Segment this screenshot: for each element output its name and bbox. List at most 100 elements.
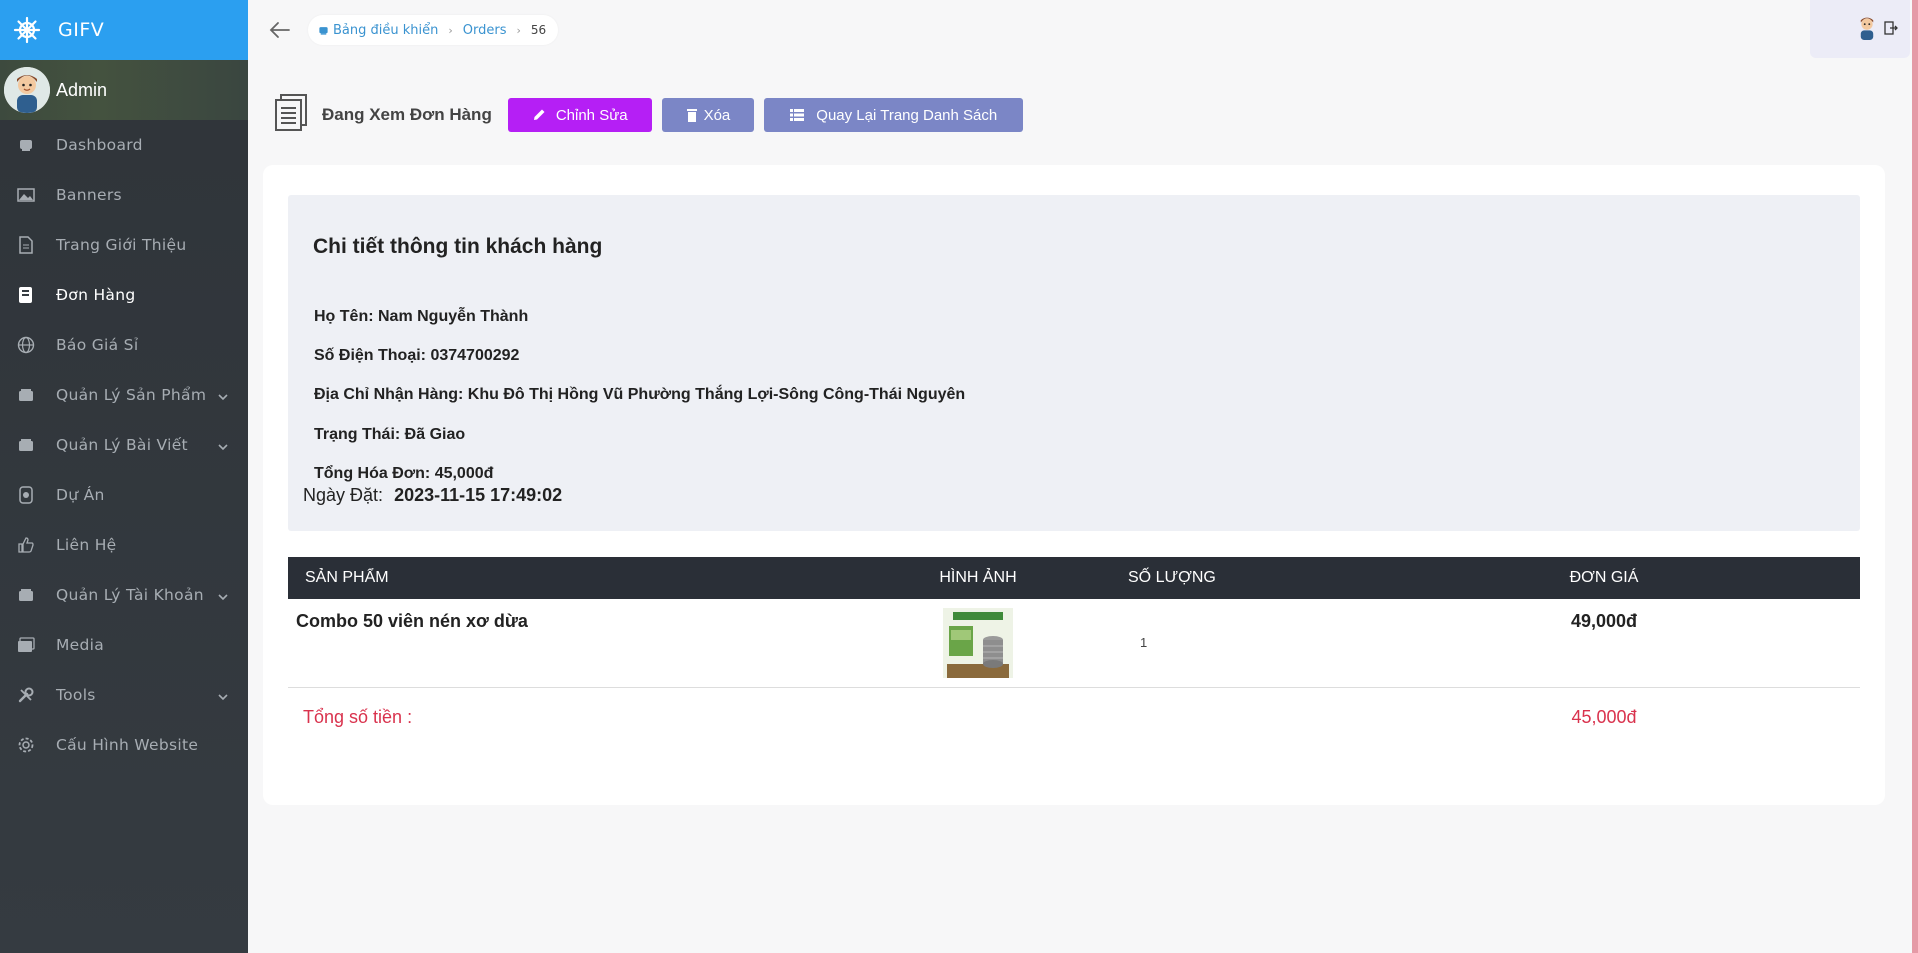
user-menu[interactable] xyxy=(1810,0,1910,58)
sidebar-item-trang-gioi-thieu[interactable]: Trang Giới Thiệu xyxy=(0,220,248,270)
sidebar-item-lien-he[interactable]: Liên Hệ xyxy=(0,520,248,570)
folder-icon xyxy=(16,385,36,405)
back-arrow-icon[interactable] xyxy=(268,18,292,42)
sidebar-item-label: Media xyxy=(56,636,105,654)
dashboard-icon xyxy=(318,25,329,36)
customer-phone: Số Điện Thoại: 0374700292 xyxy=(314,347,520,364)
sidebar-nav: Dashboard Banners Trang Giới Thiệu Đơn H… xyxy=(0,120,248,770)
column-header-price: ĐƠN GIÁ xyxy=(1569,569,1639,586)
total-spacer xyxy=(1128,687,1348,747)
document-icon xyxy=(16,235,36,255)
sidebar-item-label: Trang Giới Thiệu xyxy=(56,236,187,254)
sidebar-item-quan-ly-san-pham[interactable]: Quản Lý Sản Phẩm xyxy=(0,370,248,420)
brand-name: GIFV xyxy=(58,19,105,41)
user-name: Admin xyxy=(56,79,108,100)
product-price: 49,000đ xyxy=(1570,611,1638,631)
topbar: Bảng điều khiển › Orders › 56 xyxy=(248,0,1918,60)
sidebar-item-label: Cấu Hình Website xyxy=(56,736,199,754)
tools-icon xyxy=(16,685,36,705)
avatar xyxy=(4,67,50,113)
chevron-down-icon xyxy=(218,688,228,706)
breadcrumb-home-label: Bảng điều khiển xyxy=(333,22,439,38)
order-date-value: 2023-11-15 17:49:02 xyxy=(394,485,563,505)
folder-icon xyxy=(16,585,36,605)
order-date: Ngày Đặt: 2023-11-15 17:49:02 xyxy=(303,485,562,506)
sidebar-item-label: Dashboard xyxy=(56,136,143,154)
sidebar-item-bao-gia-si[interactable]: Báo Giá Sỉ xyxy=(0,320,248,370)
sidebar-item-label: Quản Lý Sản Phẩm xyxy=(56,386,207,404)
chevron-down-icon xyxy=(218,388,228,406)
total-spacer xyxy=(828,687,1128,747)
order-items-table: SẢN PHẨM HÌNH ẢNH SỐ LƯỢNG ĐƠN GIÁ Combo… xyxy=(288,557,1860,747)
file-text-icon xyxy=(274,94,308,136)
list-icon xyxy=(790,109,805,121)
back-to-list-button[interactable]: Quay Lại Trang Danh Sách xyxy=(764,98,1024,132)
book-icon xyxy=(16,285,36,305)
total-value: 45,000đ xyxy=(1571,706,1637,727)
logout-icon[interactable] xyxy=(1884,20,1898,39)
sidebar-item-label: Dự Án xyxy=(56,486,105,504)
sidebar-item-banners[interactable]: Banners xyxy=(0,170,248,220)
media-icon xyxy=(16,635,36,655)
order-status: Trạng Thái: Đã Giao xyxy=(314,426,466,443)
scrollbar[interactable] xyxy=(1912,0,1918,953)
delete-button[interactable]: Xóa xyxy=(661,98,755,132)
product-image[interactable] xyxy=(943,608,1013,678)
sidebar-item-media[interactable]: Media xyxy=(0,620,248,670)
sidebar-item-label: Tools xyxy=(56,686,96,704)
column-header-image: HÌNH ẢNH xyxy=(939,569,1017,586)
order-total: Tổng Hóa Đơn: 45,000đ xyxy=(314,465,494,482)
sidebar-item-tools[interactable]: Tools xyxy=(0,670,248,720)
customer-name: Họ Tên: Nam Nguyễn Thành xyxy=(314,308,529,325)
sidebar-item-du-an[interactable]: Dự Án xyxy=(0,470,248,520)
trash-icon xyxy=(686,108,698,122)
sidebar-item-label: Đơn Hàng xyxy=(56,286,136,304)
total-label: Tổng số tiền : xyxy=(303,706,413,727)
sidebar-item-quan-ly-tai-khoan[interactable]: Quản Lý Tài Khoản xyxy=(0,570,248,620)
order-date-label: Ngày Đặt: xyxy=(303,485,384,505)
sidebar: GIFV Admin Dashboard Banners Trang Giới … xyxy=(0,0,248,953)
page-heading: Đang Xem Đơn Hàng Chỉnh Sửa Xóa Quay Lại… xyxy=(274,94,1024,136)
edit-button-label: Chỉnh Sửa xyxy=(555,106,628,124)
product-quantity: 1 xyxy=(1140,635,1148,650)
brand[interactable]: GIFV xyxy=(0,0,248,60)
chevron-right-icon: › xyxy=(448,23,453,37)
sidebar-item-dashboard[interactable]: Dashboard xyxy=(0,120,248,170)
chevron-right-icon: › xyxy=(516,23,521,37)
chevron-down-icon xyxy=(218,438,228,456)
table-header-row: SẢN PHẨM HÌNH ẢNH SỐ LƯỢNG ĐƠN GIÁ xyxy=(288,557,1860,599)
sidebar-item-label: Quản Lý Bài Viết xyxy=(56,436,188,454)
pencil-icon xyxy=(532,108,546,122)
delete-button-label: Xóa xyxy=(703,106,731,124)
thumbs-up-icon xyxy=(16,535,36,555)
globe-icon xyxy=(16,335,36,355)
page-title: Đang Xem Đơn Hàng xyxy=(322,105,492,124)
column-header-quantity: SỐ LƯỢNG xyxy=(1128,569,1216,586)
avatar xyxy=(1854,14,1880,44)
dashboard-icon xyxy=(16,135,36,155)
sidebar-item-label: Liên Hệ xyxy=(56,536,117,554)
product-name: Combo 50 viên nén xơ dừa xyxy=(296,611,528,631)
back-to-list-label: Quay Lại Trang Danh Sách xyxy=(816,106,998,124)
folder-icon xyxy=(16,435,36,455)
total-row: Tổng số tiền : 45,000đ xyxy=(288,687,1860,747)
breadcrumb: Bảng điều khiển › Orders › 56 xyxy=(308,15,559,45)
chevron-down-icon xyxy=(218,588,228,606)
gear-icon xyxy=(16,735,36,755)
column-header-product: SẢN PHẨM xyxy=(305,569,389,586)
image-icon xyxy=(16,185,36,205)
breadcrumb-orders[interactable]: Orders xyxy=(463,23,507,38)
ship-wheel-icon xyxy=(12,15,42,45)
sidebar-item-label: Quản Lý Tài Khoản xyxy=(56,586,204,604)
breadcrumb-current: 56 xyxy=(530,23,547,37)
user-panel[interactable]: Admin xyxy=(0,60,248,120)
edit-button[interactable]: Chỉnh Sửa xyxy=(507,98,652,132)
sidebar-item-quan-ly-bai-viet[interactable]: Quản Lý Bài Viết xyxy=(0,420,248,470)
sidebar-item-don-hang[interactable]: Đơn Hàng xyxy=(0,270,248,320)
breadcrumb-home[interactable]: Bảng điều khiển xyxy=(318,23,438,38)
project-icon xyxy=(16,485,36,505)
table-row: Combo 50 viên nén xơ dừa 1 49,000đ xyxy=(288,599,1860,687)
sidebar-item-cau-hinh-website[interactable]: Cấu Hình Website xyxy=(0,720,248,770)
customer-info: Chi tiết thông tin khách hàng Họ Tên: Na… xyxy=(288,195,1860,531)
sidebar-item-label: Báo Giá Sỉ xyxy=(56,336,139,354)
